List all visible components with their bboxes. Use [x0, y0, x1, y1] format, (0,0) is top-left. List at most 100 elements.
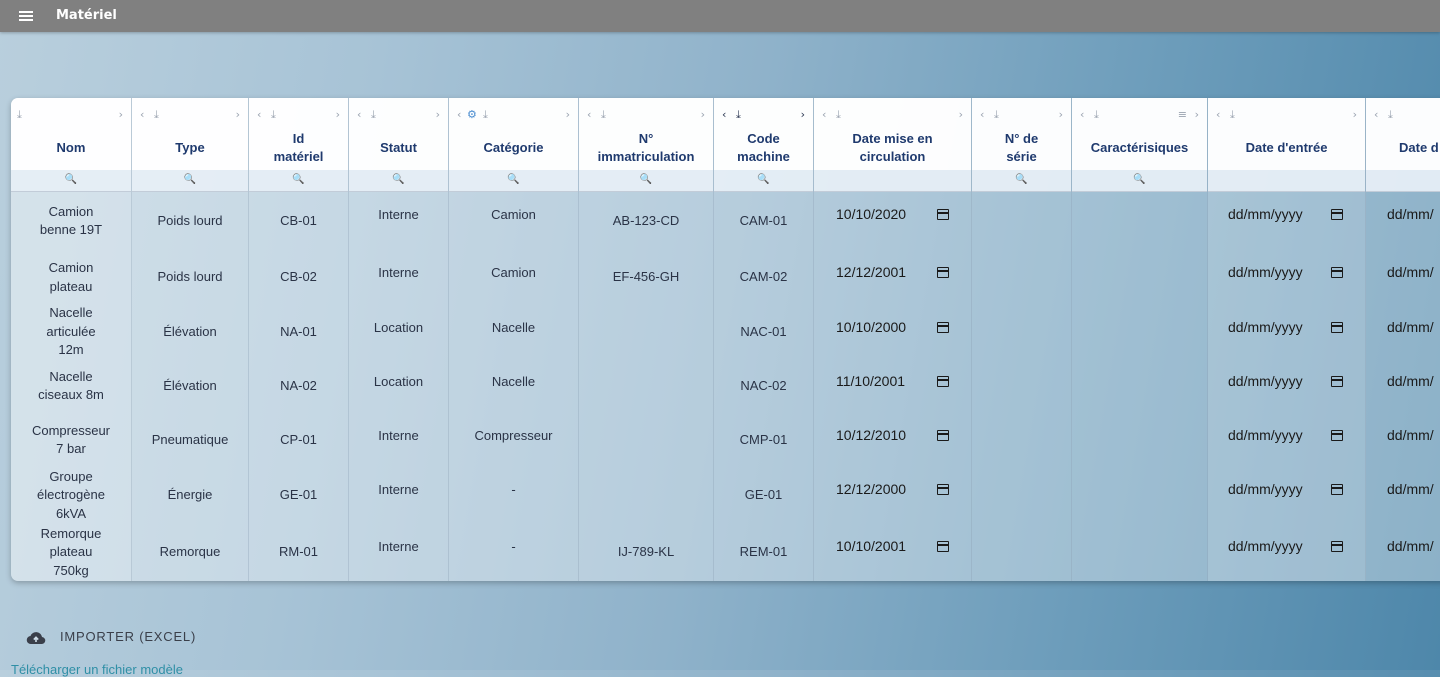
calendar-icon[interactable] [937, 267, 949, 278]
date-input-date_entree[interactable]: dd/mm/yyyy [1228, 319, 1303, 335]
column-header-date_entree[interactable]: ‹ ⤓ › Date d'entrée [1208, 98, 1365, 170]
chevron-left-icon[interactable]: ‹ [822, 108, 826, 121]
column-header-code[interactable]: ‹ ⤓ › Code machine [714, 98, 813, 170]
table-cell-id[interactable]: CB-02 [249, 250, 348, 305]
calendar-icon[interactable] [1331, 267, 1343, 278]
download-icon[interactable]: ⤓ [483, 108, 488, 122]
table-cell-statut[interactable]: Interne [349, 250, 448, 305]
date-input-date_sortie[interactable]: dd/mm/ [1387, 319, 1434, 335]
date-input-date_entree[interactable]: dd/mm/yyyy [1228, 427, 1303, 443]
table-cell-serie[interactable] [972, 250, 1071, 305]
table-cell-statut[interactable]: Interne [349, 192, 448, 250]
column-header-type[interactable]: ‹ ⤓ › Type [132, 98, 248, 170]
table-cell-statut[interactable]: Interne [349, 524, 448, 581]
chevron-left-icon[interactable]: ‹ [257, 108, 261, 121]
date-input-date_sortie[interactable]: dd/mm/ [1387, 206, 1434, 222]
filter-caract[interactable]: 🔍 [1072, 170, 1207, 192]
table-cell-code[interactable]: NAC-02 [714, 359, 813, 413]
table-cell-caract[interactable] [1072, 250, 1207, 305]
download-icon[interactable]: ⤓ [1230, 108, 1235, 122]
chevron-right-icon[interactable]: › [959, 108, 963, 121]
table-cell-serie[interactable] [972, 359, 1071, 413]
table-cell-nom[interactable]: Compresseur 7 bar [11, 413, 131, 467]
download-icon[interactable]: ⤓ [836, 108, 841, 122]
table-cell-categorie[interactable]: - [449, 467, 578, 524]
date-input-date_entree[interactable]: dd/mm/yyyy [1228, 481, 1303, 497]
table-cell-categorie[interactable]: Camion [449, 192, 578, 250]
gear-icon[interactable]: ⚙ [467, 108, 477, 121]
table-cell-nom[interactable]: Remorque plateau 750kg [11, 524, 131, 581]
chevron-right-icon[interactable]: › [436, 108, 440, 121]
chevron-left-icon[interactable]: ‹ [980, 108, 984, 121]
chevron-left-icon[interactable]: ‹ [1080, 108, 1084, 121]
date-input-date_sortie[interactable]: dd/mm/ [1387, 373, 1434, 389]
date-input-date_circ[interactable]: 12/12/2001 [836, 264, 906, 280]
table-cell-categorie[interactable]: Compresseur [449, 413, 578, 467]
chevron-left-icon[interactable]: ‹ [457, 108, 461, 121]
download-icon[interactable]: ⤓ [154, 108, 159, 122]
chevron-right-icon[interactable]: › [801, 108, 805, 121]
filter-id[interactable]: 🔍 [249, 170, 348, 192]
filter-date_circ[interactable] [814, 170, 971, 192]
table-cell-serie[interactable] [972, 524, 1071, 581]
download-icon[interactable]: ⤓ [601, 108, 606, 122]
table-cell-immat[interactable] [579, 413, 713, 467]
date-input-date_entree[interactable]: dd/mm/yyyy [1228, 206, 1303, 222]
calendar-icon[interactable] [937, 541, 949, 552]
table-cell-nom[interactable]: Camion benne 19T [11, 192, 131, 250]
table-cell-statut[interactable]: Interne [349, 467, 448, 524]
table-cell-type[interactable]: Énergie [132, 467, 248, 524]
column-header-date_circ[interactable]: ‹ ⤓ › Date mise en circulation [814, 98, 971, 170]
chevron-left-icon[interactable]: ‹ [1374, 108, 1378, 121]
calendar-icon[interactable] [1331, 376, 1343, 387]
table-cell-code[interactable]: CAM-02 [714, 250, 813, 305]
calendar-icon[interactable] [1331, 430, 1343, 441]
chevron-left-icon[interactable]: ‹ [587, 108, 591, 121]
download-icon[interactable]: ⤓ [271, 108, 276, 122]
menu-icon[interactable] [19, 11, 33, 21]
calendar-icon[interactable] [937, 430, 949, 441]
table-cell-type[interactable]: Poids lourd [132, 250, 248, 305]
chevron-right-icon[interactable]: › [236, 108, 240, 121]
table-cell-serie[interactable] [972, 192, 1071, 250]
date-input-date_sortie[interactable]: dd/mm/ [1387, 538, 1434, 554]
date-input-date_circ[interactable]: 10/10/2000 [836, 319, 906, 335]
table-cell-caract[interactable] [1072, 467, 1207, 524]
table-cell-nom[interactable]: Nacelle ciseaux 8m [11, 359, 131, 413]
chevron-right-icon[interactable]: › [701, 108, 705, 121]
download-icon[interactable]: ⤓ [371, 108, 376, 122]
table-cell-immat[interactable] [579, 467, 713, 524]
download-icon[interactable]: ⤓ [17, 108, 22, 122]
table-cell-immat[interactable] [579, 359, 713, 413]
table-cell-statut[interactable]: Location [349, 359, 448, 413]
calendar-icon[interactable] [1331, 541, 1343, 552]
table-cell-type[interactable]: Élévation [132, 305, 248, 359]
table-cell-code[interactable]: REM-01 [714, 524, 813, 581]
table-cell-caract[interactable] [1072, 305, 1207, 359]
table-cell-id[interactable]: NA-01 [249, 305, 348, 359]
date-input-date_sortie[interactable]: dd/mm/ [1387, 264, 1434, 280]
calendar-icon[interactable] [1331, 209, 1343, 220]
table-cell-id[interactable]: NA-02 [249, 359, 348, 413]
date-input-date_entree[interactable]: dd/mm/yyyy [1228, 538, 1303, 554]
table-cell-code[interactable]: CMP-01 [714, 413, 813, 467]
table-cell-categorie[interactable]: Nacelle [449, 359, 578, 413]
table-cell-id[interactable]: RM-01 [249, 524, 348, 581]
date-input-date_circ[interactable]: 10/12/2010 [836, 427, 906, 443]
filter-date_entree[interactable] [1208, 170, 1365, 192]
column-header-statut[interactable]: ‹ ⤓ › Statut [349, 98, 448, 170]
filter-categorie[interactable]: 🔍 [449, 170, 578, 192]
filter-statut[interactable]: 🔍 [349, 170, 448, 192]
table-cell-serie[interactable] [972, 467, 1071, 524]
download-icon[interactable]: ⤓ [1388, 108, 1393, 122]
date-input-date_sortie[interactable]: dd/mm/ [1387, 427, 1434, 443]
table-cell-categorie[interactable]: Nacelle [449, 305, 578, 359]
table-cell-categorie[interactable]: Camion [449, 250, 578, 305]
table-cell-statut[interactable]: Location [349, 305, 448, 359]
table-cell-nom[interactable]: Groupe électrogène 6kVA [11, 467, 131, 524]
column-header-date_sortie[interactable]: ‹ ⤓ Date d [1366, 98, 1440, 170]
table-cell-immat[interactable]: IJ-789-KL [579, 524, 713, 581]
table-cell-caract[interactable] [1072, 192, 1207, 250]
chevron-left-icon[interactable]: ‹ [140, 108, 144, 121]
date-input-date_circ[interactable]: 12/12/2000 [836, 481, 906, 497]
